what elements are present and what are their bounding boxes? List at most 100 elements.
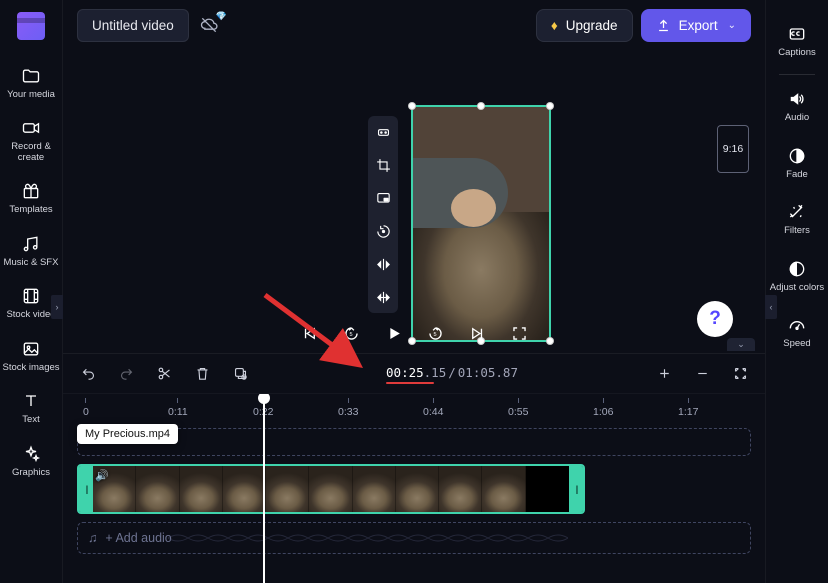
audio-waveform (168, 530, 568, 546)
upload-icon (656, 18, 671, 33)
time-total: 01:05 (458, 365, 496, 380)
play-button[interactable] (381, 321, 405, 345)
text-track[interactable] (77, 428, 751, 456)
svg-text:5: 5 (433, 331, 436, 337)
upgrade-button[interactable]: ♦ Upgrade (536, 9, 633, 42)
clip-filename-tooltip: My Precious.mp4 (77, 424, 178, 444)
clip-trim-left[interactable]: || (79, 466, 93, 512)
music-icon (21, 234, 41, 254)
nav-label: Audio (785, 113, 809, 123)
flip-vertical-button[interactable] (372, 287, 394, 307)
app-logo[interactable] (17, 12, 45, 40)
pip-button[interactable] (372, 188, 394, 208)
film-icon (21, 286, 41, 306)
diamond-badge-icon: 💎 (216, 11, 227, 22)
text-icon (21, 391, 41, 411)
time-total-frac: .87 (495, 365, 518, 380)
playhead[interactable] (263, 394, 265, 583)
image-icon (21, 339, 41, 359)
diamond-icon: ♦ (551, 18, 558, 33)
nav-filters[interactable]: Filters (766, 194, 828, 250)
nav-graphics[interactable]: Graphics (0, 436, 62, 488)
skip-fwd-5s-button[interactable]: 5 (423, 321, 447, 345)
nav-label: Graphics (12, 468, 50, 478)
nav-label: Templates (9, 205, 52, 215)
right-sidebar-collapse[interactable]: ‹ (765, 295, 777, 319)
project-title-input[interactable]: Untitled video (77, 9, 189, 42)
export-label: Export (679, 18, 718, 33)
crop-button[interactable] (372, 155, 394, 175)
rotate-button[interactable] (372, 221, 394, 241)
preview-video-frame (413, 107, 549, 340)
aspect-ratio-button[interactable]: 9:16 (717, 125, 749, 173)
nav-stock-images[interactable]: Stock images (0, 331, 62, 383)
nav-audio[interactable]: Audio (766, 81, 828, 137)
ruler-tick: 0 (83, 398, 89, 418)
split-button[interactable] (153, 363, 175, 385)
flip-horizontal-button[interactable] (372, 254, 394, 274)
ruler-tick: 0:44 (423, 398, 443, 418)
timecode-display: 00:25.15/01:05.87 (386, 365, 518, 382)
nav-label: Music & SFX (4, 258, 59, 268)
svg-text:5: 5 (349, 331, 352, 337)
nav-label: Your media (7, 90, 55, 100)
cloud-sync-off-icon[interactable]: 💎 (197, 13, 221, 37)
adjust-colors-icon (787, 259, 807, 279)
canvas-selection[interactable] (411, 105, 551, 342)
nav-label: Captions (778, 48, 816, 58)
nav-record-create[interactable]: Record & create (0, 110, 62, 173)
timeline[interactable]: 0 0:11 0:22 0:33 0:44 0:55 1:06 1:17 My … (63, 393, 765, 583)
fade-icon (787, 146, 807, 166)
video-track[interactable]: || 🔊 || (77, 464, 751, 514)
annotation-underline (386, 382, 434, 384)
nav-captions[interactable]: Captions (766, 16, 828, 72)
export-button[interactable]: Export ⌄ (641, 9, 751, 42)
nav-label: Adjust colors (770, 283, 824, 293)
delete-button[interactable] (191, 363, 213, 385)
aspect-label: 9:16 (723, 143, 743, 155)
nav-label: Stock video (6, 310, 55, 320)
upgrade-label: Upgrade (566, 18, 618, 33)
nav-label: Speed (783, 339, 810, 349)
preview-area: 9:16 ? ⌄ 5 5 (63, 50, 765, 353)
right-sidebar: Captions Audio Fade Filters Adjust color… (765, 0, 828, 583)
nav-label: Text (22, 415, 39, 425)
audio-track[interactable]: ♫ + Add audio (77, 522, 751, 554)
video-clip[interactable]: || 🔊 || (77, 464, 585, 514)
nav-label: Stock images (2, 363, 59, 373)
clip-trim-right[interactable]: || (569, 466, 583, 512)
fit-button[interactable] (372, 122, 394, 142)
redo-button[interactable] (115, 363, 137, 385)
time-current-frac: .15 (424, 365, 447, 380)
clip-thumbnails (93, 466, 569, 512)
nav-label: Filters (784, 226, 810, 236)
zoom-in-button[interactable] (653, 363, 675, 385)
topbar: Untitled video 💎 ♦ Upgrade Export ⌄ (63, 0, 765, 50)
duplicate-button[interactable] (229, 363, 251, 385)
nav-label: Fade (786, 170, 808, 180)
resize-handle-tr[interactable] (546, 102, 554, 110)
resize-handle-top[interactable] (477, 102, 485, 110)
nav-text[interactable]: Text (0, 383, 62, 435)
nav-fade[interactable]: Fade (766, 138, 828, 194)
zoom-fit-button[interactable] (729, 363, 751, 385)
add-audio-label: + Add audio (105, 531, 171, 545)
prev-frame-button[interactable] (297, 321, 321, 345)
left-sidebar-collapse[interactable]: › (51, 295, 63, 319)
nav-your-media[interactable]: Your media (0, 58, 62, 110)
left-sidebar: Your media Record & create Templates Mus… (0, 0, 63, 583)
timeline-ruler[interactable]: 0 0:11 0:22 0:33 0:44 0:55 1:06 1:17 (77, 394, 751, 422)
playback-controls: 5 5 (63, 321, 765, 345)
music-note-icon: ♫ (88, 531, 97, 545)
undo-button[interactable] (77, 363, 99, 385)
fullscreen-button[interactable] (507, 321, 531, 345)
nav-music-sfx[interactable]: Music & SFX (0, 226, 62, 278)
skip-back-5s-button[interactable]: 5 (339, 321, 363, 345)
ruler-tick: 1:06 (593, 398, 613, 418)
resize-handle-tl[interactable] (408, 102, 416, 110)
zoom-out-button[interactable] (691, 363, 713, 385)
next-frame-button[interactable] (465, 321, 489, 345)
nav-templates[interactable]: Templates (0, 173, 62, 225)
transform-toolbar (368, 116, 398, 313)
filters-icon (787, 202, 807, 222)
